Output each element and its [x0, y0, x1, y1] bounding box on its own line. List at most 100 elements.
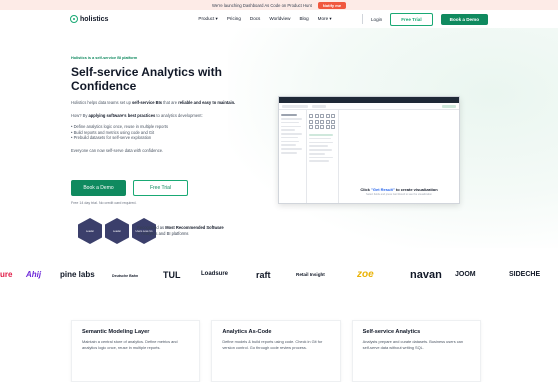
- customer-logo: TUL: [163, 270, 181, 280]
- feature-desc: Analysts prepare and curate datasets. Bu…: [362, 339, 464, 350]
- viz-type-grid: [309, 114, 336, 129]
- chart-type-icon[interactable]: [314, 119, 319, 124]
- book-demo-nav-button[interactable]: Book a Demo: [440, 13, 488, 25]
- pane-line: [281, 144, 296, 147]
- hero-description: Holistics helps data teams set up self-s…: [71, 100, 246, 106]
- customer-logo: Ahij: [26, 270, 42, 279]
- g2-badge-icon: Leader: [78, 218, 102, 244]
- hero-cta-row: Book a Demo Free Trial: [71, 180, 188, 196]
- pane-line: [281, 140, 300, 143]
- feature-title: Self-service Analytics: [362, 329, 421, 335]
- book-demo-button[interactable]: Book a Demo: [71, 180, 126, 196]
- recognition-suffix: in Analytics and BI platforms: [137, 231, 189, 236]
- feature-card: Semantic Modeling Layer Maintain a centr…: [71, 320, 201, 382]
- nav-item-docs[interactable]: Docs: [250, 16, 260, 22]
- pane-line: [309, 134, 334, 136]
- pane-line: [309, 145, 328, 147]
- holistics-logo-icon: [70, 15, 78, 23]
- nav-item-more[interactable]: More ▾: [318, 16, 332, 22]
- recognition-text: Recognized as Most Recommended Software …: [137, 225, 227, 237]
- chart-type-icon[interactable]: [331, 119, 335, 124]
- hero-how: How? By applying software's best practic…: [71, 113, 246, 119]
- chart-type-icon[interactable]: [325, 114, 330, 118]
- recognition-prefix: Recognized as: [137, 225, 166, 230]
- visualization-canvas: Click "Get Result" to create visualizati…: [339, 110, 459, 203]
- customer-logo: Retail Insight: [296, 272, 325, 277]
- hero-title: Self-service Analytics with Confidence: [71, 65, 246, 93]
- notify-me-button[interactable]: Notify me: [317, 1, 347, 9]
- hero-bullets: • Define analytics logic once, reuse in …: [71, 124, 246, 141]
- hint-suffix: to create visualization: [394, 187, 438, 192]
- feature-card: Self-service Analytics Analysts prepare …: [351, 320, 481, 382]
- nav-actions: Login Free Trial Book a Demo: [362, 12, 488, 26]
- nav-item-product[interactable]: Product ▾: [198, 16, 217, 22]
- pane-line: [281, 136, 299, 139]
- chart-type-icon[interactable]: [309, 114, 313, 118]
- customer-logo: raft: [256, 270, 271, 280]
- get-result-hint: Click "Get Result" to create visualizati…: [339, 187, 459, 192]
- hero-desc-text: Holistics helps data teams set up: [71, 100, 132, 105]
- hero-eyebrow: Holistics is a self-service BI platform: [71, 56, 138, 60]
- chart-type-icon[interactable]: [314, 114, 319, 118]
- chart-type-icon[interactable]: [314, 125, 319, 129]
- hero-bullet: • Prebuild datasets for self-serve explo…: [71, 135, 152, 141]
- announcement-text: We're launching Dashboard As Code on Pro…: [211, 2, 312, 8]
- free-trial-button[interactable]: Free Trial: [133, 180, 188, 196]
- hero-desc-text-2: that are: [162, 100, 179, 105]
- nav-item-pricing[interactable]: Pricing: [227, 16, 241, 22]
- nav-menu: Product ▾ Pricing Docs Worldview Blog Mo…: [198, 16, 331, 22]
- pane-line: [309, 141, 334, 144]
- customer-logo: JOOM: [455, 271, 476, 278]
- chart-type-icon[interactable]: [309, 119, 313, 124]
- badge-label: Leader: [112, 229, 122, 233]
- nav-divider: [362, 14, 363, 24]
- customer-logo: ure: [0, 270, 13, 279]
- chart-type-icon[interactable]: [320, 119, 324, 124]
- customer-logo-strip: ure Ahij pine labs Deutsche Bahn TUL Loa…: [0, 269, 558, 284]
- chart-type-icon[interactable]: [309, 125, 313, 129]
- chart-type-icon[interactable]: [325, 125, 330, 129]
- viz-settings-pane: [307, 110, 339, 203]
- pane-line: [281, 148, 302, 150]
- app-toolbar: [279, 103, 459, 110]
- pane-line: [309, 149, 332, 151]
- hint-prefix: Click: [360, 187, 371, 192]
- hero-how-bold: applying software's best practices: [88, 113, 156, 118]
- badge-label: Leader: [85, 229, 95, 233]
- hero-title-line2: Confidence: [71, 79, 137, 93]
- nav-item-blog[interactable]: Blog: [299, 16, 308, 22]
- hero-how-suffix: to analytics development:: [155, 113, 203, 118]
- customer-logo: zoe: [357, 269, 374, 280]
- announcement-bar: We're launching Dashboard As Code on Pro…: [0, 0, 558, 10]
- recognition-bold: Most Recommended Software: [165, 225, 224, 230]
- chart-type-icon[interactable]: [325, 119, 330, 124]
- login-link[interactable]: Login: [371, 17, 382, 22]
- free-trial-nav-button[interactable]: Free Trial: [390, 12, 433, 26]
- pane-line: [309, 137, 331, 140]
- pane-line: [281, 129, 295, 131]
- customer-logo: navan: [410, 269, 442, 281]
- app-body: Click "Get Result" to create visualizati…: [279, 110, 459, 203]
- customer-logo: Deutsche Bahn: [112, 274, 139, 278]
- chart-type-icon[interactable]: [320, 114, 324, 118]
- hero-desc-bold-2: reliable and easy to maintain.: [178, 100, 236, 105]
- g2-badge-icon: Leader: [105, 218, 129, 244]
- chart-type-icon[interactable]: [331, 125, 335, 129]
- feature-title: Semantic Modeling Layer: [82, 329, 150, 335]
- product-screenshot: Click "Get Result" to create visualizati…: [278, 96, 460, 204]
- pane-line: [281, 152, 298, 154]
- chart-type-icon[interactable]: [320, 125, 324, 129]
- hero-how-text: How? By: [71, 113, 89, 118]
- pane-line: [309, 152, 326, 155]
- brand-logo[interactable]: holistics: [70, 15, 108, 23]
- feature-desc: Define models & build reports using code…: [222, 339, 323, 350]
- customer-logo: SIDECHE: [509, 271, 541, 278]
- pane-line: [281, 121, 300, 124]
- pane-line: [309, 160, 330, 163]
- chart-type-icon[interactable]: [331, 114, 335, 118]
- nav-item-worldview[interactable]: Worldview: [269, 16, 290, 22]
- top-navbar: holistics Product ▾ Pricing Docs Worldvi…: [0, 10, 558, 28]
- customer-logo: pine labs: [60, 270, 95, 279]
- toolbar-pill: [442, 104, 456, 108]
- get-result-link[interactable]: "Get Result": [371, 187, 395, 192]
